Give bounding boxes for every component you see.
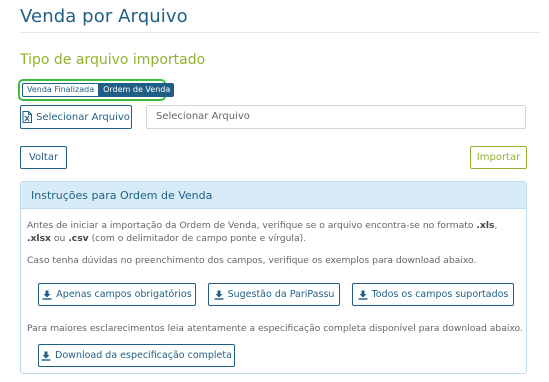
- excel-file-icon: [22, 111, 33, 123]
- download-label: Sugestão da PariPassu: [227, 289, 335, 300]
- file-type-toggle: Venda Finalizada Ordem de Venda: [18, 79, 175, 101]
- section-title: Tipo de arquivo importado: [20, 52, 206, 68]
- download-label: Download da especificação completa: [55, 350, 232, 361]
- select-file-label: Selecionar Arquivo: [36, 111, 130, 123]
- instructions-panel: Instruções para Ordem de Venda Antes de …: [20, 181, 527, 374]
- download-icon: [358, 290, 368, 300]
- import-button[interactable]: Importar: [470, 146, 527, 169]
- download-all-fields-button[interactable]: Todos os campos suportados: [352, 283, 514, 306]
- download-required-fields-button[interactable]: Apenas campos obrigatórios: [38, 283, 196, 306]
- download-label: Todos os campos suportados: [371, 289, 509, 300]
- title-divider: [20, 32, 541, 33]
- select-file-button[interactable]: Selecionar Arquivo: [20, 105, 132, 129]
- toggle-venda-finalizada[interactable]: Venda Finalizada: [22, 83, 100, 97]
- download-icon: [42, 290, 52, 300]
- back-button[interactable]: Voltar: [20, 146, 67, 169]
- instructions-title: Instruções para Ordem de Venda: [21, 182, 526, 209]
- examples-instructions: Caso tenha dúvidas no preenchimento dos …: [27, 255, 477, 266]
- spec-instructions: Para maiores esclarecimentos leia atenta…: [27, 323, 523, 334]
- file-name-field[interactable]: Selecionar Arquivo: [146, 105, 526, 129]
- format-instructions: Antes de iniciar a importação da Ordem d…: [27, 220, 498, 244]
- download-spec-button[interactable]: Download da especificação completa: [38, 344, 235, 367]
- page-title: Venda por Arquivo: [20, 6, 188, 27]
- download-icon: [214, 290, 224, 300]
- toggle-ordem-de-venda[interactable]: Ordem de Venda: [99, 83, 175, 97]
- download-label: Apenas campos obrigatórios: [56, 289, 192, 300]
- download-paripassu-suggestion-button[interactable]: Sugestão da PariPassu: [208, 283, 340, 306]
- download-icon: [41, 351, 51, 361]
